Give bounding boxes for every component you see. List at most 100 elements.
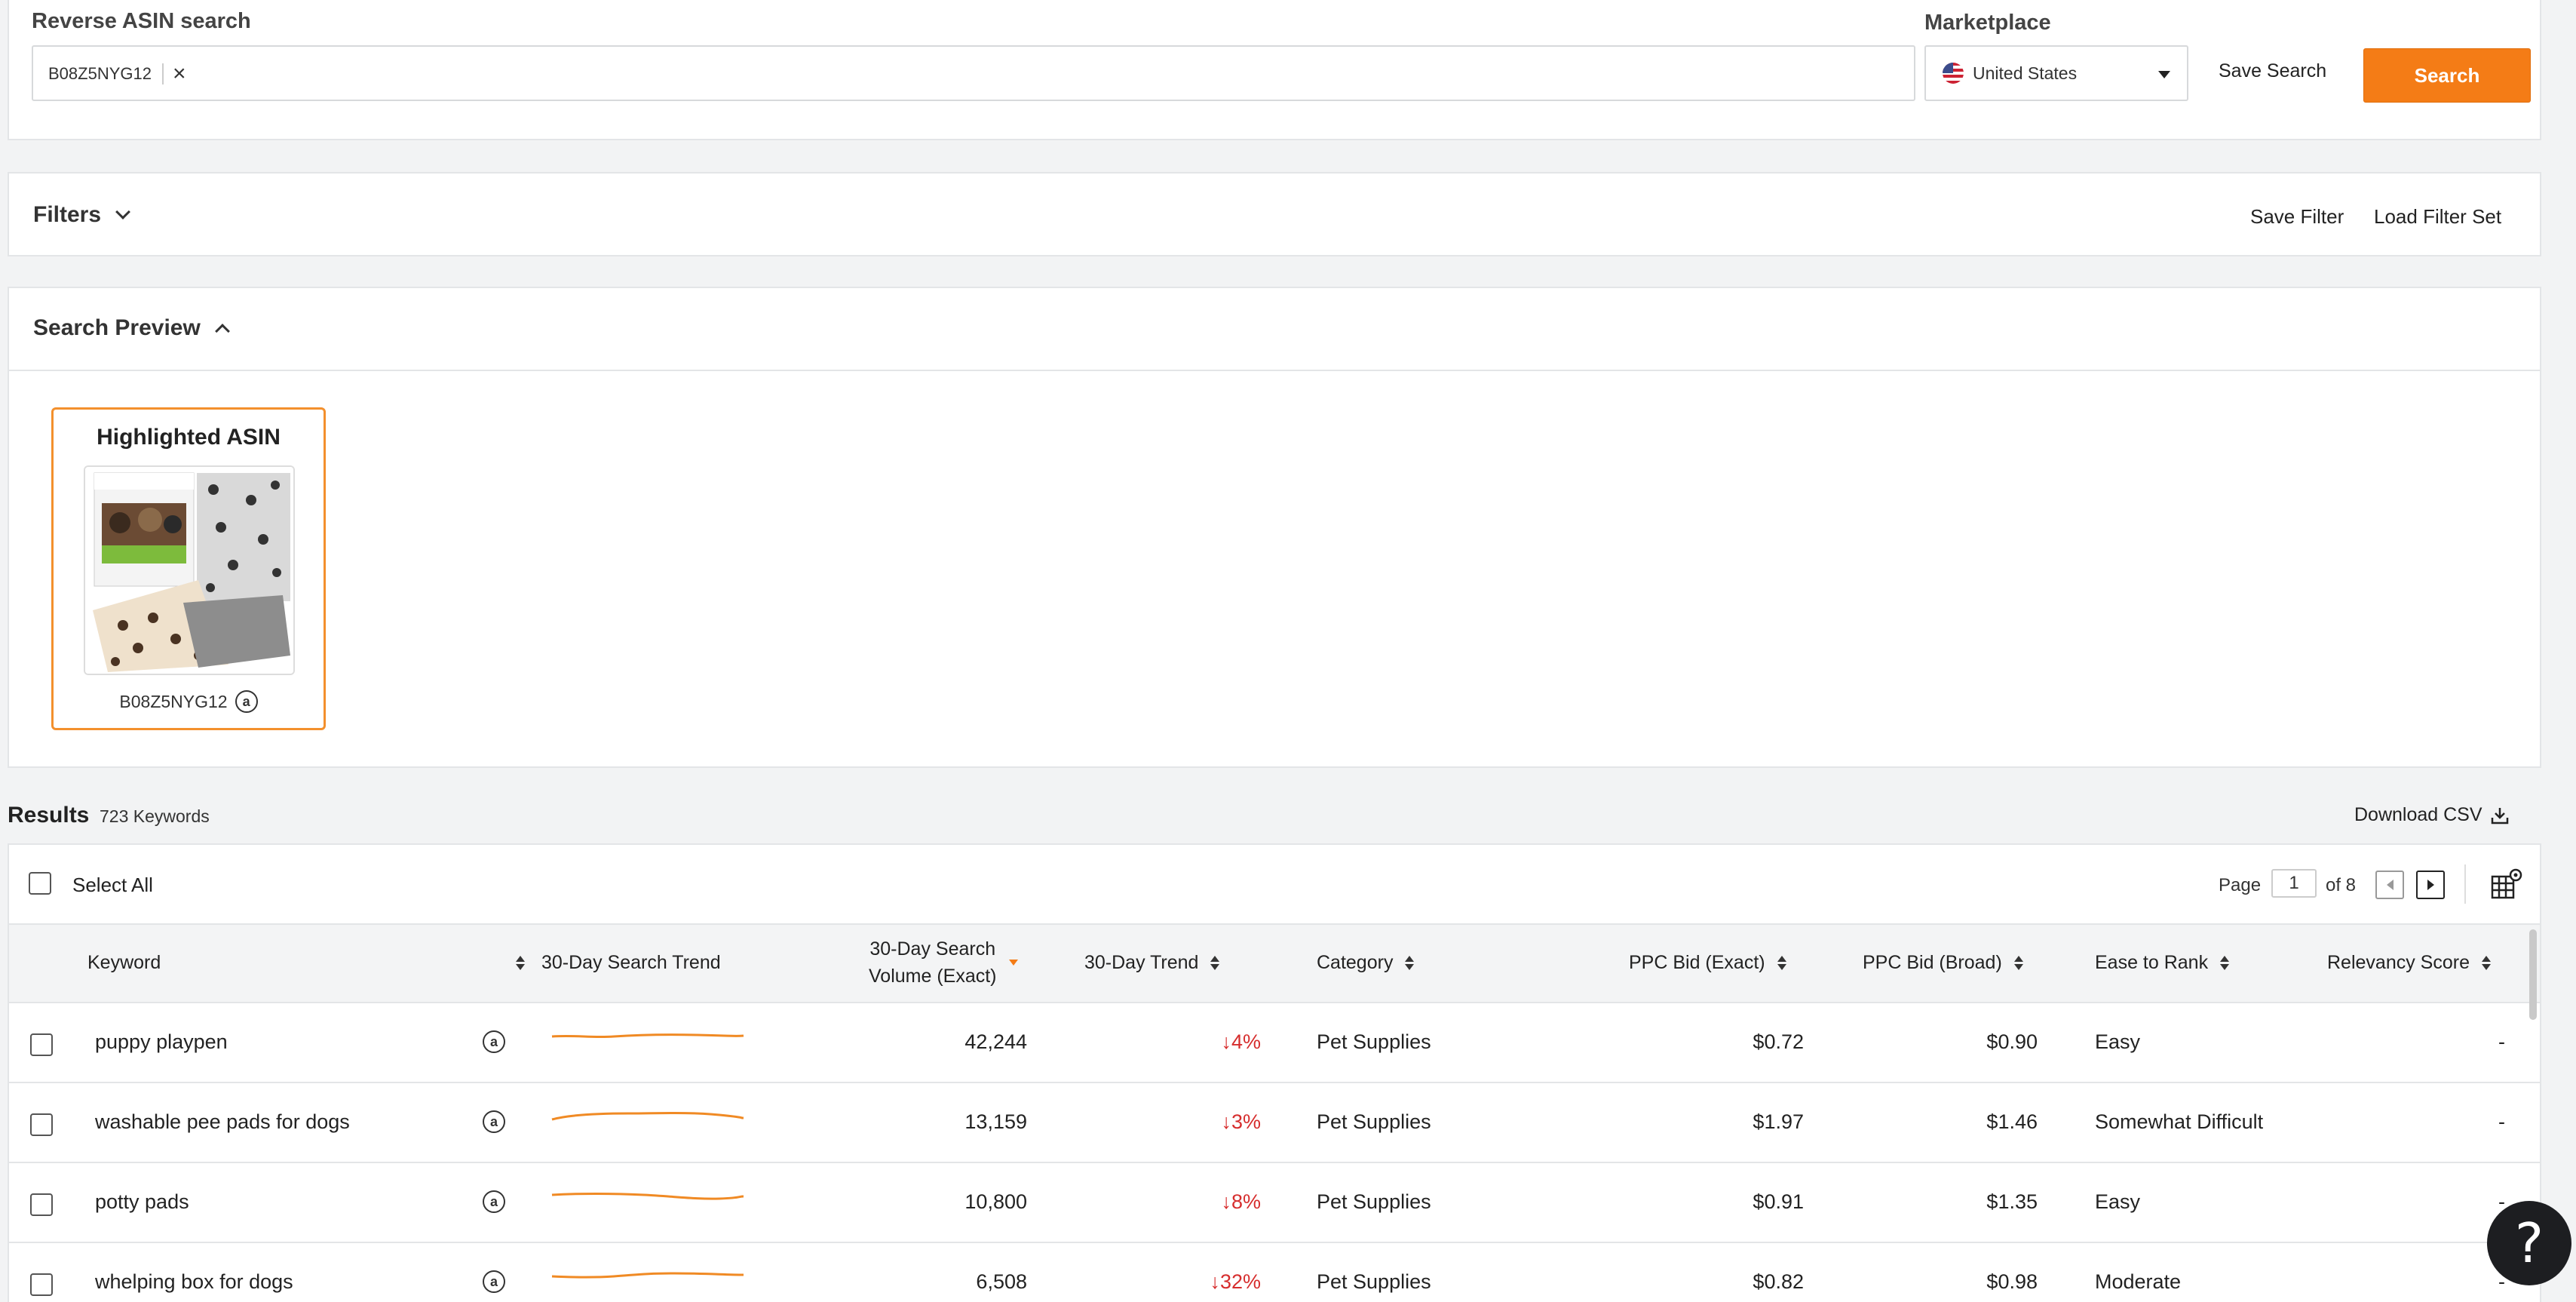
column-label-ease: Ease to Rank bbox=[2095, 952, 2209, 973]
row-checkbox[interactable] bbox=[30, 1033, 53, 1056]
column-header-ease[interactable]: Ease to Rank bbox=[2095, 952, 2230, 974]
next-page-button[interactable] bbox=[2416, 871, 2445, 899]
results-count: 723 Keywords bbox=[100, 806, 210, 826]
prev-icon bbox=[2386, 880, 2394, 890]
search-preview-title: Search Preview bbox=[33, 315, 201, 340]
sort-descending-icon bbox=[1008, 960, 1018, 966]
filters-toggle[interactable]: Filters bbox=[33, 202, 130, 228]
search-preview-toggle[interactable]: Search Preview bbox=[33, 315, 230, 341]
amazon-icon[interactable]: a bbox=[235, 690, 258, 713]
ppc-exact-cell: $0.91 bbox=[1753, 1190, 1804, 1213]
row-checkbox[interactable] bbox=[30, 1193, 53, 1216]
column-settings-icon[interactable] bbox=[2490, 867, 2523, 901]
product-illustration bbox=[85, 467, 293, 674]
amazon-link[interactable]: a bbox=[483, 1030, 505, 1053]
close-icon[interactable]: × bbox=[173, 63, 186, 85]
column-label-ppc-broad: PPC Bid (Broad) bbox=[1863, 952, 2002, 973]
sort-icon bbox=[516, 956, 525, 970]
ease-cell: Somewhat Difficult bbox=[2095, 1110, 2264, 1133]
column-label-trend: 30-Day Trend bbox=[1084, 952, 1199, 973]
product-image bbox=[84, 465, 295, 675]
table-row[interactable]: whelping box for dogs a 6,508 ↓32% Pet S… bbox=[9, 1243, 2540, 1302]
results-table: Select All Page 1 of 8 Keyword 30-Day Se… bbox=[8, 843, 2541, 1302]
asin-chip: B08Z5NYG12 × bbox=[48, 57, 186, 91]
column-header-trend[interactable]: 30-Day Trend bbox=[1084, 952, 1220, 974]
category-cell: Pet Supplies bbox=[1317, 1270, 1431, 1293]
ppc-broad-cell: $1.35 bbox=[1986, 1190, 2038, 1213]
volume-cell: 42,244 bbox=[964, 1030, 1027, 1053]
amazon-icon: a bbox=[483, 1270, 505, 1293]
column-header-search-trend: 30-Day Search Trend bbox=[541, 952, 721, 974]
column-header-volume[interactable]: 30-Day Search Volume (Exact) bbox=[869, 935, 1018, 990]
column-label-volume-line2: Volume (Exact) bbox=[869, 966, 997, 987]
table-scrollbar[interactable] bbox=[2529, 929, 2537, 1020]
chevron-up-icon bbox=[214, 324, 230, 339]
row-checkbox[interactable] bbox=[30, 1113, 53, 1136]
trend-cell: ↓4% bbox=[1221, 1030, 1261, 1053]
download-csv-button[interactable]: Download CSV bbox=[2354, 804, 2510, 826]
page-label: Page bbox=[2219, 875, 2262, 895]
sparkline-chart bbox=[551, 1193, 744, 1200]
volume-cell: 6,508 bbox=[976, 1270, 1027, 1293]
sort-icon bbox=[2220, 956, 2230, 970]
category-cell: Pet Supplies bbox=[1317, 1190, 1431, 1213]
amazon-icon: a bbox=[483, 1030, 505, 1053]
results-title: Results bbox=[8, 803, 90, 828]
ppc-exact-cell: $0.82 bbox=[1753, 1270, 1804, 1293]
column-label-keyword: Keyword bbox=[87, 952, 161, 973]
column-label-volume-line1: 30-Day Search bbox=[869, 938, 996, 960]
column-header-ppc-broad[interactable]: PPC Bid (Broad) bbox=[1863, 952, 2023, 974]
amazon-link[interactable]: a bbox=[483, 1270, 505, 1293]
marketplace-select[interactable]: United States bbox=[1924, 45, 2188, 101]
row-checkbox[interactable] bbox=[30, 1273, 53, 1296]
search-button[interactable]: Search bbox=[2363, 48, 2531, 103]
page-input[interactable]: 1 bbox=[2271, 869, 2317, 898]
column-label-volume: 30-Day Search Volume (Exact) bbox=[869, 935, 997, 990]
us-flag-icon bbox=[1943, 63, 1964, 84]
table-row[interactable]: washable pee pads for dogs a 13,159 ↓3% … bbox=[9, 1083, 2540, 1163]
amazon-link[interactable]: a bbox=[483, 1190, 505, 1213]
relevancy-cell: - bbox=[2498, 1030, 2505, 1053]
table-row[interactable]: potty pads a 10,800 ↓8% Pet Supplies $0.… bbox=[9, 1163, 2540, 1243]
keyword-cell[interactable]: whelping box for dogs bbox=[95, 1270, 293, 1294]
select-all-checkbox[interactable] bbox=[29, 872, 51, 895]
asin-search-input[interactable]: B08Z5NYG12 × bbox=[32, 45, 1915, 101]
search-label: Reverse ASIN search bbox=[32, 9, 251, 33]
table-row[interactable]: puppy playpen a 42,244 ↓4% Pet Supplies … bbox=[9, 1003, 2540, 1083]
highlighted-asin-card[interactable]: Highlighted ASIN B08Z5NYG12 a bbox=[51, 407, 326, 730]
column-header-keyword[interactable]: Keyword bbox=[87, 952, 525, 974]
ease-cell: Easy bbox=[2095, 1030, 2141, 1053]
column-header-ppc-exact[interactable]: PPC Bid (Exact) bbox=[1629, 952, 1786, 974]
download-icon bbox=[2491, 807, 2508, 824]
keyword-cell[interactable]: puppy playpen bbox=[95, 1030, 228, 1054]
card-asin-label: B08Z5NYG12 bbox=[119, 691, 228, 711]
table-header: Keyword 30-Day Search Trend 30-Day Searc… bbox=[9, 925, 2540, 1003]
asin-chip-label: B08Z5NYG12 bbox=[48, 64, 152, 83]
amazon-icon: a bbox=[483, 1110, 505, 1133]
load-filter-set-button[interactable]: Load Filter Set bbox=[2374, 205, 2501, 229]
save-filter-button[interactable]: Save Filter bbox=[2250, 205, 2344, 229]
column-header-category[interactable]: Category bbox=[1317, 952, 1415, 974]
help-button[interactable]: ? bbox=[2487, 1201, 2571, 1285]
filters-panel: Filters Save Filter Load Filter Set bbox=[8, 172, 2541, 256]
chip-divider bbox=[161, 63, 164, 84]
keyword-cell[interactable]: potty pads bbox=[95, 1190, 189, 1214]
save-search-button[interactable]: Save Search bbox=[2219, 60, 2326, 82]
next-icon bbox=[2427, 880, 2434, 890]
divider bbox=[9, 370, 2540, 371]
sort-icon bbox=[1777, 956, 1786, 970]
category-cell: Pet Supplies bbox=[1317, 1030, 1431, 1053]
relevancy-cell: - bbox=[2498, 1270, 2505, 1293]
column-header-relevancy[interactable]: Relevancy Score bbox=[2327, 952, 2491, 974]
ease-cell: Moderate bbox=[2095, 1270, 2182, 1293]
amazon-link[interactable]: a bbox=[483, 1110, 505, 1133]
card-title: Highlighted ASIN bbox=[97, 425, 281, 450]
column-label-search-trend: 30-Day Search Trend bbox=[541, 952, 721, 973]
relevancy-cell: - bbox=[2498, 1190, 2505, 1213]
volume-cell: 10,800 bbox=[964, 1190, 1027, 1213]
caret-down-icon bbox=[2158, 71, 2170, 78]
keyword-cell[interactable]: washable pee pads for dogs bbox=[95, 1110, 350, 1134]
trend-cell: ↓8% bbox=[1221, 1190, 1261, 1213]
prev-page-button[interactable] bbox=[2375, 871, 2404, 899]
sort-icon bbox=[1405, 956, 1415, 970]
